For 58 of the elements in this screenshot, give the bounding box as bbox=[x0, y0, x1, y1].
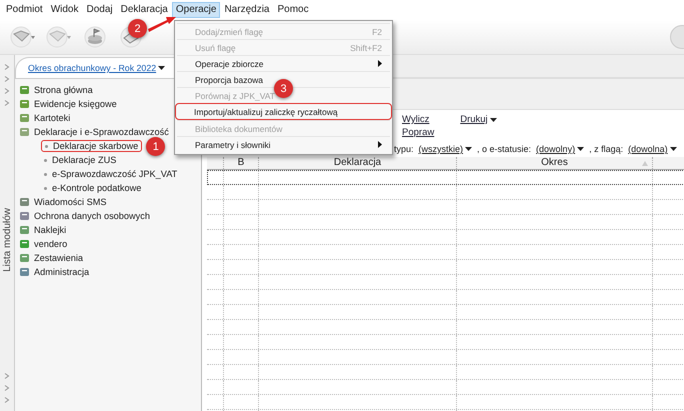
filter-dropdown[interactable]: (dowolna) bbox=[628, 144, 677, 154]
module-icon bbox=[19, 113, 30, 123]
filter-label: , o e-statusie: bbox=[477, 144, 532, 154]
module-item[interactable]: Naklejki bbox=[34, 225, 66, 235]
module-item[interactable]: Deklaracje i e-Sprawozdawczość bbox=[34, 127, 169, 137]
module-icon bbox=[19, 99, 30, 109]
menu-option[interactable]: Operacje zbiorcze bbox=[177, 55, 390, 71]
module-item[interactable]: Zestawienia bbox=[34, 253, 84, 263]
module-icon bbox=[19, 197, 30, 207]
dropdown-arrow-icon bbox=[465, 147, 472, 151]
module-item[interactable]: Administracja bbox=[34, 267, 90, 277]
panel-title[interactable]: Lista modułów bbox=[2, 208, 12, 272]
module-item[interactable]: Ewidencje księgowe bbox=[34, 99, 117, 109]
menu-item[interactable]: Deklaracja bbox=[116, 4, 172, 16]
dropdown-arrow-icon bbox=[490, 118, 497, 122]
column-header[interactable]: Deklaracja bbox=[259, 157, 457, 169]
filter-dropdown[interactable]: (wszystkie) bbox=[418, 144, 472, 154]
module-icon bbox=[19, 85, 30, 95]
action-link[interactable]: Drukuj bbox=[460, 114, 497, 125]
sort-icon bbox=[642, 161, 648, 166]
module-item[interactable]: Strona główna bbox=[34, 85, 93, 95]
menu-item[interactable]: Podmiot bbox=[2, 4, 47, 16]
module-icon bbox=[19, 127, 30, 137]
module-item[interactable]: Kartoteki bbox=[34, 113, 70, 123]
module-item[interactable]: Ochrona danych osobowych bbox=[34, 211, 150, 221]
menu-item[interactable]: Operacje bbox=[172, 2, 220, 18]
column-header[interactable]: B bbox=[224, 157, 259, 169]
module-icon bbox=[19, 225, 30, 235]
module-icon bbox=[19, 239, 30, 249]
menu-item[interactable]: Widok bbox=[46, 4, 82, 16]
module-item[interactable]: vendero bbox=[34, 239, 68, 249]
menu-option[interactable]: Parametry i słowniki bbox=[177, 136, 390, 152]
action-link[interactable]: Popraw bbox=[402, 127, 434, 138]
filter-label: typu: bbox=[394, 144, 414, 154]
menu-item[interactable]: Dodaj bbox=[82, 4, 117, 16]
shortcut-label: Shift+F2 bbox=[350, 42, 382, 52]
module-item[interactable]: Wiadomości SMS bbox=[34, 197, 106, 207]
module-icon bbox=[19, 211, 30, 221]
submenu-arrow-icon bbox=[378, 141, 382, 148]
menu-item[interactable]: Pomoc bbox=[273, 4, 313, 16]
filter-dropdown[interactable]: (dowolny) bbox=[536, 144, 584, 154]
pointer-arrow bbox=[148, 16, 176, 32]
callout-number: 1 bbox=[146, 137, 166, 156]
dropdown-arrow-icon bbox=[158, 66, 166, 70]
module-icon bbox=[19, 267, 30, 277]
dropdown-arrow-icon bbox=[577, 147, 584, 151]
menu-item[interactable]: Narzędzia bbox=[220, 4, 274, 16]
callout-number: 3 bbox=[274, 79, 293, 98]
dropdown-arrow-icon bbox=[670, 147, 677, 151]
submodule-item[interactable]: e-Sprawozdawczość JPK_VAT bbox=[41, 169, 180, 179]
submenu-arrow-icon bbox=[378, 60, 382, 67]
module-icon bbox=[19, 253, 30, 263]
column-header[interactable]: Okres bbox=[457, 157, 653, 169]
shortcut-label: F2 bbox=[372, 26, 382, 36]
submodule-item[interactable]: Deklaracje ZUS bbox=[41, 155, 120, 165]
submodule-item[interactable]: e-Kontrole podatkowe bbox=[41, 183, 144, 193]
filter-label: , z flagą: bbox=[589, 144, 624, 154]
action-link[interactable]: Wylicz bbox=[402, 114, 434, 125]
